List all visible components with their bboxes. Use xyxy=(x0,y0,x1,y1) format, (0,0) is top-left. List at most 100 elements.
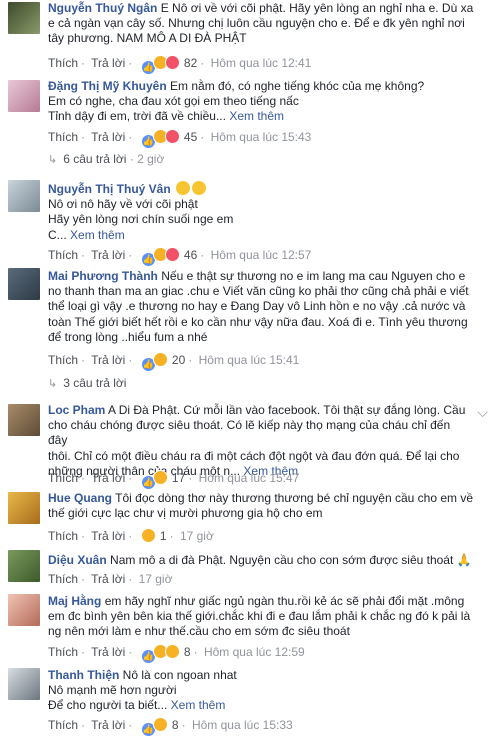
reply-button[interactable]: Trả lời xyxy=(91,248,125,262)
reaction-count[interactable]: 1 xyxy=(160,529,167,543)
reply-button[interactable]: Trả lời xyxy=(91,529,125,543)
comment-actions: Thích · Trả lời · 👍 45 · Hôm qua lúc 15:43 xyxy=(48,129,311,149)
reaction-count[interactable]: 46 xyxy=(184,248,197,262)
timestamp[interactable]: Hôm qua lúc 12:59 xyxy=(204,645,305,659)
reaction-count[interactable]: 45 xyxy=(184,130,197,144)
avatar[interactable] xyxy=(8,492,40,524)
commenter-name[interactable]: Nguyễn Thị Thuý Vân xyxy=(48,182,171,196)
like-button[interactable]: Thích xyxy=(48,56,78,70)
reactions[interactable]: 👍 xyxy=(140,55,180,75)
comment-body: Nguyễn Thuý Ngân E Nô ơi về với cõi phật… xyxy=(48,1,486,47)
options-chevron-icon[interactable]: ⌵ xyxy=(477,404,488,421)
like-button[interactable]: Thích xyxy=(48,718,78,732)
comment-text: A Di Đà Phật. Cứ mỗi lần vào facebook. T… xyxy=(108,403,466,417)
see-more-link[interactable]: Xem thêm xyxy=(229,109,284,123)
ellipsis: ... xyxy=(215,109,226,124)
commenter-name[interactable]: Thanh Thiện xyxy=(48,668,119,682)
comment-body: Diệu Xuân Nam mô a di đà Phật. Nguyện cầ… xyxy=(48,553,486,568)
reply-button[interactable]: Trả lời xyxy=(91,645,125,659)
reactions[interactable]: 👍 xyxy=(140,129,180,149)
sad-reaction-icon xyxy=(164,644,180,659)
avatar[interactable] xyxy=(8,668,40,700)
timestamp[interactable]: Hôm qua lúc 15:43 xyxy=(211,130,312,144)
reaction-count[interactable]: 8 xyxy=(184,645,191,659)
like-button[interactable]: Thích xyxy=(48,572,78,586)
replies-count[interactable]: 6 câu trả lời xyxy=(63,152,126,166)
reaction-count[interactable]: 8 xyxy=(172,718,179,732)
praying-hands-icon: 🙏 xyxy=(456,553,472,567)
reactions[interactable]: 👍 xyxy=(140,247,180,267)
reply-button[interactable]: Trả lời xyxy=(91,56,125,70)
reaction-count[interactable]: 82 xyxy=(184,56,197,70)
commenter-name[interactable]: Đặng Thị Mỹ Khuyên xyxy=(48,79,167,93)
comment-text: thế giới cực lạc chư vị mười phương gia … xyxy=(48,506,323,521)
timestamp[interactable]: 17 giờ xyxy=(139,572,173,586)
reactions[interactable]: 👍 xyxy=(140,717,168,737)
timestamp[interactable]: Hôm qua lúc 15:47 xyxy=(199,471,300,485)
timestamp[interactable]: Hôm qua lúc 12:41 xyxy=(211,56,312,70)
commenter-name[interactable]: Maj Hằng xyxy=(48,594,101,608)
like-button[interactable]: Thích xyxy=(48,353,78,367)
comment-text: Em có nghe, cha đau xót gọi em theo tiến… xyxy=(48,94,299,109)
avatar[interactable] xyxy=(8,594,40,626)
comment-text: e cả ngàn vạn cây số. Nhưng chị luôn cầu… xyxy=(48,16,465,31)
comment-text: E Nô ơi về với cõi phật. Hãy yên lòng an… xyxy=(160,1,474,15)
comment-text: no thanh than ma an giac .chu e Viết văn… xyxy=(48,284,469,299)
like-button[interactable]: Thích xyxy=(48,248,78,262)
comment-text: Tôi đọc dòng thơ này thương thương bé ch… xyxy=(115,491,474,505)
sad-reaction-icon xyxy=(140,528,156,543)
comment-body: Nguyễn Thị Thuý Vân Nô ơi nô hãy về với … xyxy=(48,181,486,243)
reaction-count[interactable]: 17 xyxy=(172,471,185,485)
avatar[interactable] xyxy=(8,268,40,300)
avatar[interactable] xyxy=(8,80,40,112)
replies-count[interactable]: 3 câu trả lời xyxy=(63,376,126,390)
comment-body: Hue Quang Tôi đọc dòng thơ này thương th… xyxy=(48,491,486,521)
comment-text: Nếu e thật sự thương no e im lang ma cau… xyxy=(161,269,466,283)
smile-emoji-icon xyxy=(176,181,191,195)
avatar[interactable] xyxy=(8,180,40,212)
timestamp[interactable]: Hôm qua lúc 15:33 xyxy=(192,718,293,732)
reply-button[interactable]: Trả lời xyxy=(91,718,125,732)
avatar[interactable] xyxy=(8,550,40,582)
comment-actions: Thích · Trả lời · 17 giờ xyxy=(48,572,173,586)
reply-button[interactable]: Trả lời xyxy=(91,471,125,485)
avatar[interactable] xyxy=(8,404,40,436)
like-button[interactable]: Thích xyxy=(48,471,78,485)
comment-body: Đặng Thị Mỹ Khuyên Em nằm đó, có nghe ti… xyxy=(48,79,486,125)
reactions[interactable]: 👍 xyxy=(140,470,168,490)
reactions[interactable] xyxy=(140,528,156,546)
see-more-link[interactable]: Xem thêm xyxy=(70,228,125,242)
comment-text: Để cho người ta biết xyxy=(48,698,158,713)
comment-actions: Thích · Trả lời · 1 · 17 giờ xyxy=(48,528,214,546)
sad-reaction-icon xyxy=(152,352,168,367)
timestamp[interactable]: 17 giờ xyxy=(180,529,214,543)
like-button[interactable]: Thích xyxy=(48,529,78,543)
comment-actions: Thích · Trả lời · 👍 8 · Hôm qua lúc 15:33 xyxy=(48,717,293,737)
reaction-count[interactable]: 20 xyxy=(172,353,185,367)
view-replies-link[interactable]: ↳ 6 câu trả lời · 2 giờ xyxy=(48,152,164,166)
reply-button[interactable]: Trả lời xyxy=(91,130,125,144)
comment-text: C xyxy=(48,227,57,242)
view-replies-link[interactable]: ↳ 3 câu trả lời xyxy=(48,376,126,390)
reactions[interactable]: 👍 xyxy=(140,352,168,372)
comment-actions: Thích · Trả lời · 👍 20 · Hôm qua lúc 15:41 xyxy=(48,352,299,372)
timestamp[interactable]: Hôm qua lúc 12:57 xyxy=(211,248,312,262)
see-more-link[interactable]: Xem thêm xyxy=(171,698,226,712)
commenter-name[interactable]: Mai Phương Thành xyxy=(48,269,158,283)
comment-body: Thanh Thiện Nô là con ngoan nhat Nô mạnh… xyxy=(48,668,486,714)
reactions[interactable]: 👍 xyxy=(140,644,180,664)
timestamp[interactable]: Hôm qua lúc 15:41 xyxy=(199,353,300,367)
commenter-name[interactable]: Diệu Xuân xyxy=(48,553,107,567)
commenter-name[interactable]: Loc Pham xyxy=(48,403,105,417)
comment-text: Tỉnh dậy đi em, trời đã về chiều xyxy=(48,109,216,124)
reply-button[interactable]: Trả lời xyxy=(91,572,125,586)
commenter-name[interactable]: Nguyễn Thuý Ngân xyxy=(48,1,157,15)
avatar[interactable] xyxy=(8,2,40,34)
comment-text: Hãy yên lòng nơi chín suối nge em xyxy=(48,212,234,227)
comment-text: thôi. Chỉ có một điều cháu ra đi một các… xyxy=(48,448,460,463)
comment-actions: Thích · Trả lời · 👍 17 · Hôm qua lúc 15:47 xyxy=(48,470,299,490)
reply-button[interactable]: Trả lời xyxy=(91,353,125,367)
commenter-name[interactable]: Hue Quang xyxy=(48,491,112,505)
like-button[interactable]: Thích xyxy=(48,645,78,659)
like-button[interactable]: Thích xyxy=(48,130,78,144)
